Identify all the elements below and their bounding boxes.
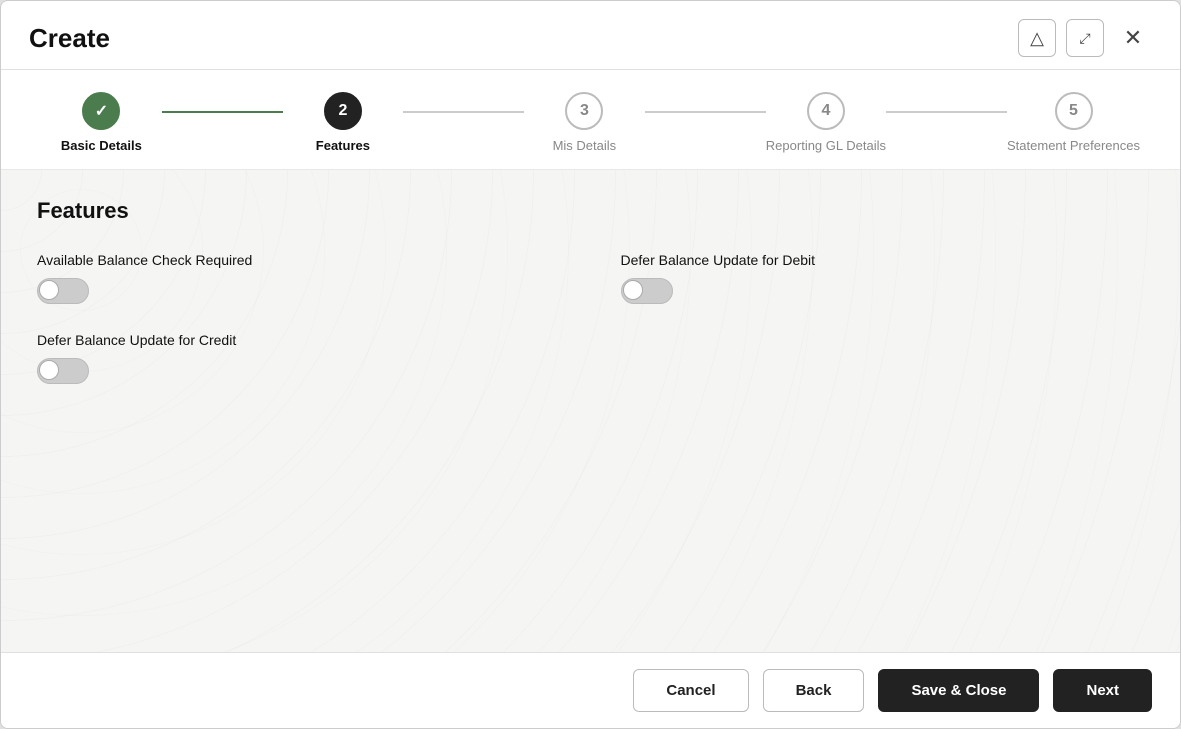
alert-button[interactable]: △ [1018,19,1056,57]
feature-defer-credit: Defer Balance Update for Credit [37,332,561,384]
create-modal: Create △ ⤢ ✕ ✓ Basic Details 2 Features … [0,0,1181,729]
avail-balance-toggle[interactable] [37,278,89,304]
cancel-button[interactable]: Cancel [633,669,748,712]
header-actions: △ ⤢ ✕ [1018,19,1152,57]
step-5-circle: 5 [1055,92,1093,130]
modal-footer: Cancel Back Save & Close Next [1,652,1180,728]
close-icon: ✕ [1124,25,1142,51]
features-title: Features [37,198,1144,224]
defer-debit-thumb [623,280,643,300]
stepper: ✓ Basic Details 2 Features 3 Mis Details… [1,70,1180,170]
defer-credit-toggle[interactable] [37,358,89,384]
close-button[interactable]: ✕ [1114,19,1152,57]
step-5: 5 Statement Preferences [1007,92,1140,153]
back-button[interactable]: Back [763,669,865,712]
step-3-label: Mis Details [553,138,617,153]
connector-3-4 [645,111,766,113]
modal-title: Create [29,23,110,54]
feature-avail-balance: Available Balance Check Required [37,252,561,304]
expand-icon: ⤢ [1079,31,1090,45]
step-1-label: Basic Details [61,138,142,153]
step-2-label: Features [316,138,370,153]
feature-defer-debit: Defer Balance Update for Debit [621,252,1145,304]
features-section: Features Available Balance Check Require… [1,170,1180,408]
alert-icon: △ [1030,28,1044,49]
avail-balance-label: Available Balance Check Required [37,252,561,268]
defer-debit-toggle[interactable] [621,278,673,304]
avail-balance-thumb [39,280,59,300]
step-3: 3 Mis Details [524,92,645,153]
step-1-circle: ✓ [82,92,120,130]
step-3-circle: 3 [565,92,603,130]
connector-4-5 [886,111,1007,113]
expand-button[interactable]: ⤢ [1066,19,1104,57]
step-4-circle: 4 [807,92,845,130]
defer-debit-label: Defer Balance Update for Debit [621,252,1145,268]
modal-body: Features Available Balance Check Require… [1,170,1180,652]
step-5-label: Statement Preferences [1007,138,1140,153]
next-button[interactable]: Next [1053,669,1152,712]
step-4-label: Reporting GL Details [766,138,886,153]
connector-1-2 [162,111,283,113]
features-grid: Available Balance Check Required Defer B… [37,252,1144,384]
modal-header: Create △ ⤢ ✕ [1,1,1180,70]
save-close-button[interactable]: Save & Close [878,669,1039,712]
defer-credit-label: Defer Balance Update for Credit [37,332,561,348]
connector-2-3 [403,111,524,113]
step-2-circle: 2 [324,92,362,130]
step-2: 2 Features [283,92,404,153]
step-4: 4 Reporting GL Details [766,92,887,153]
defer-credit-thumb [39,360,59,380]
step-1: ✓ Basic Details [41,92,162,153]
